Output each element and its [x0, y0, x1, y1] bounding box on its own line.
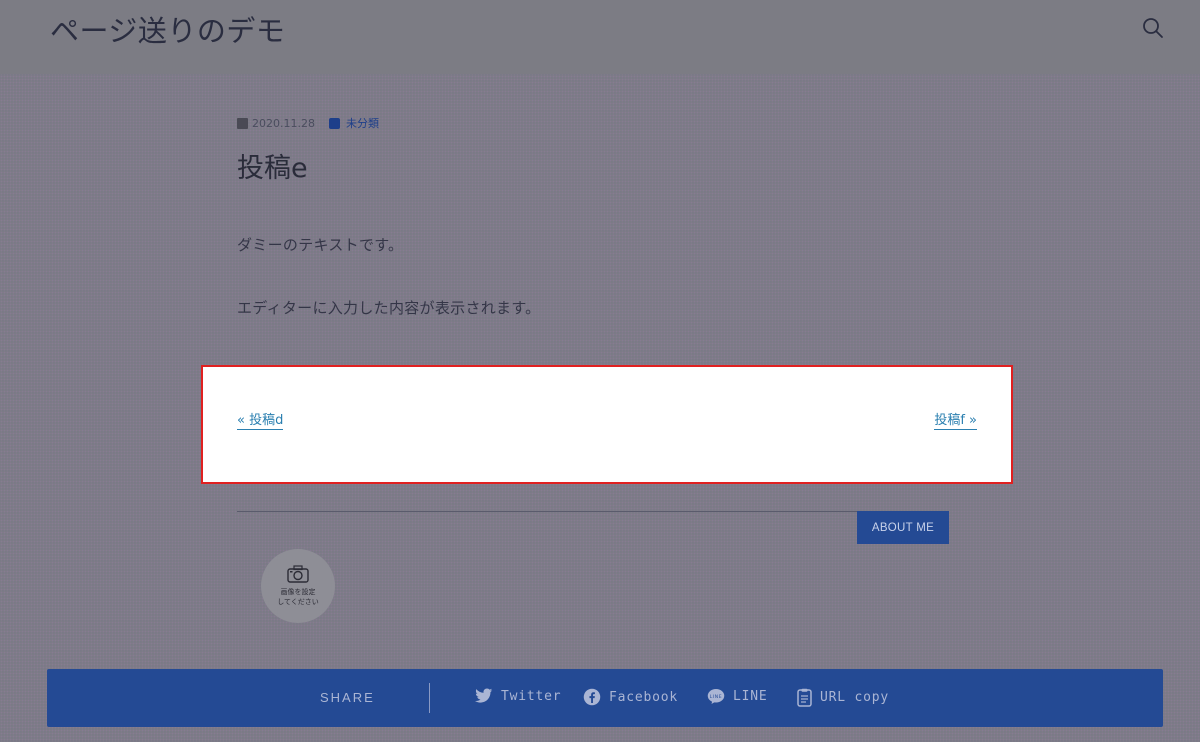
- line-icon: LINE: [707, 689, 725, 704]
- twitter-icon: [475, 688, 493, 703]
- share-separator: [429, 683, 430, 713]
- camera-icon: [287, 565, 309, 583]
- facebook-icon: [583, 688, 601, 706]
- site-header: ページ送りのデモ: [0, 0, 1200, 74]
- share-line-button[interactable]: LINE LINE: [707, 688, 768, 705]
- share-twitter-label: Twitter: [501, 688, 562, 704]
- calendar-icon: [237, 117, 248, 129]
- share-label: SHARE: [320, 690, 375, 705]
- post-date: 2020.11.28: [252, 116, 315, 130]
- svg-text:LINE: LINE: [710, 694, 722, 700]
- share-line-label: LINE: [733, 689, 768, 704]
- avatar: 画像を設定 してください: [261, 549, 335, 623]
- about-me-tab[interactable]: ABOUT ME: [857, 511, 949, 544]
- share-twitter-button[interactable]: Twitter: [475, 688, 561, 704]
- share-url-copy-label: URL copy: [820, 690, 890, 705]
- share-facebook-label: Facebook: [609, 689, 679, 705]
- next-post-link[interactable]: 投稿f »: [934, 409, 977, 430]
- site-title[interactable]: ページ送りのデモ: [50, 8, 285, 50]
- avatar-text-line2: してください: [277, 598, 319, 606]
- page-overlay: ページ送りのデモ 2020.11.28 未分類 投稿e ダミーのテキストです。 …: [0, 0, 1200, 742]
- post-title: 投稿e: [237, 153, 308, 184]
- post-navigation: « 投稿d 投稿f »: [201, 365, 1013, 484]
- share-facebook-button[interactable]: Facebook: [583, 688, 678, 706]
- post-meta: 2020.11.28 未分類: [237, 114, 379, 132]
- share-bar: SHARE Twitter Facebook LINE LINE URL cop…: [47, 669, 1163, 727]
- avatar-text-line1: 画像を設定: [280, 588, 316, 596]
- share-url-copy-button[interactable]: URL copy: [797, 688, 889, 707]
- post-paragraph: エディターに入力した内容が表示されます。: [237, 299, 541, 317]
- avatar-placeholder-text: 画像を設定 してください: [277, 587, 319, 607]
- post-category[interactable]: 未分類: [346, 115, 379, 131]
- search-icon[interactable]: [1141, 16, 1165, 40]
- prev-post-link[interactable]: « 投稿d: [237, 409, 284, 430]
- post-paragraph: ダミーのテキストです。: [237, 236, 404, 254]
- author-divider: [237, 511, 949, 512]
- folder-icon: [328, 117, 340, 129]
- clipboard-icon: [797, 688, 812, 707]
